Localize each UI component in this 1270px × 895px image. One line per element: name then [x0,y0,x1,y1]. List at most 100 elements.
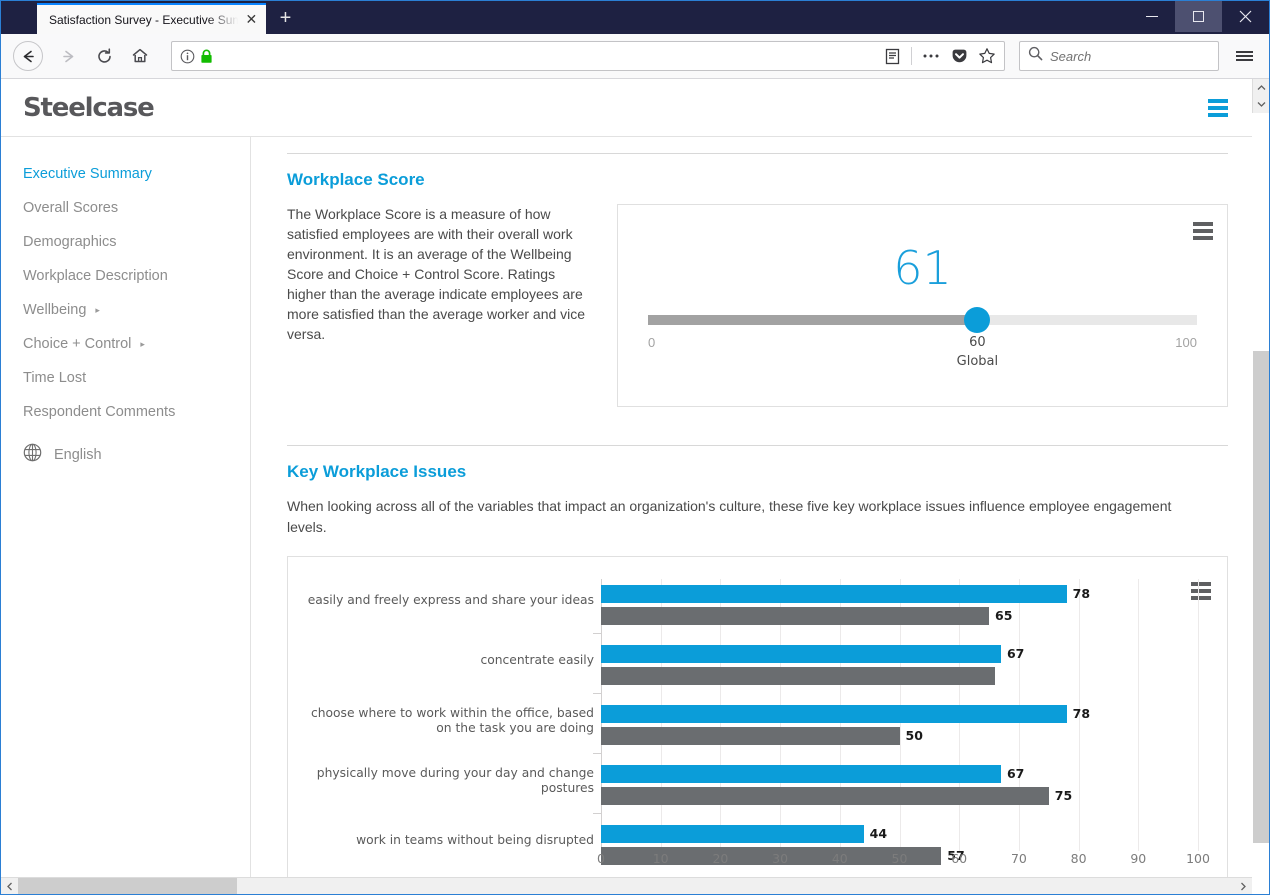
scroll-left-button[interactable] [1,882,18,891]
bar-acme[interactable] [601,645,1001,663]
sidebar-item-workplace-description[interactable]: Workplace Description [1,259,250,293]
sidebar-item-overall-scores[interactable]: Overall Scores [1,191,250,225]
sidebar-item-label: Respondent Comments [23,404,176,420]
bar-chart: easily and freely express and share your… [288,579,1218,877]
browser-titlebar: Satisfaction Survey - Executive Sum ✕ + [1,1,1269,34]
horizontal-scrollbar[interactable] [1,877,1252,894]
close-icon[interactable]: ✕ [242,11,260,29]
lock-icon[interactable] [200,49,213,64]
x-axis-tick-label: 0 [597,851,605,866]
workplace-score-value: 61 [893,241,952,295]
globe-icon [23,443,42,466]
bar-acme[interactable] [601,705,1067,723]
maximize-button[interactable] [1175,1,1222,32]
gauge-marker-value: 60 [969,335,986,350]
browser-menu-icon[interactable] [1227,39,1261,73]
sidebar-item-time-lost[interactable]: Time Lost [1,361,250,395]
reader-view-icon[interactable] [879,43,905,69]
gauge-axis-max: 100 [1175,335,1197,350]
close-window-button[interactable] [1222,1,1269,32]
bar-value-label: 75 [1054,788,1073,803]
minimize-button[interactable] [1128,1,1175,32]
vertical-scroll-thumb[interactable] [1253,351,1269,843]
sidebar-item-label: Executive Summary [23,166,152,182]
forward-button[interactable] [51,39,85,73]
key-issues-section: Key Workplace Issues When looking across… [287,407,1228,877]
x-axis-tick-label: 100 [1186,851,1210,866]
tab-title: Satisfaction Survey - Executive Sum [49,12,243,27]
sidebar-item-respondent-comments[interactable]: Respondent Comments [1,395,250,429]
x-axis-tick-label: 30 [772,851,789,866]
web-page: Steelcase Executive Summary Overall Scor… [1,79,1252,877]
bar-acme[interactable] [601,825,864,843]
x-axis-tick-label: 20 [712,851,729,866]
page-column: Steelcase Executive Summary Overall Scor… [1,79,1252,894]
axis-tick [593,693,602,694]
chart-context-menu-icon[interactable] [1193,222,1213,240]
workplace-score-fill [648,315,978,325]
bar-global[interactable] [601,727,900,745]
workplace-score-description: The Workplace Score is a measure of how … [287,206,586,342]
bookmark-star-icon[interactable] [974,43,1000,69]
sidebar-item-label: Demographics [23,234,117,250]
workplace-score-knob[interactable] [964,307,991,333]
bar-value-label: 44 [869,826,888,841]
site-menu-icon[interactable] [1202,93,1234,123]
key-issues-title: Key Workplace Issues [287,462,467,481]
bar-acme[interactable] [601,585,1067,603]
category-label: choose where to work within the office, … [310,706,594,735]
horizontal-scroll-thumb[interactable] [18,878,237,894]
horizontal-scroll-track[interactable] [18,878,1235,894]
axis-tick [593,813,602,814]
new-tab-button[interactable]: + [266,3,304,34]
bar-global[interactable] [601,607,990,625]
divider [911,47,912,65]
scroll-right-button[interactable] [1235,882,1252,891]
address-bar[interactable] [171,41,1005,71]
gridline [1138,579,1140,851]
sidebar-item-choice-control[interactable]: Choice + Control ▸ [1,327,250,361]
browser-window: Satisfaction Survey - Executive Sum ✕ + [0,0,1270,895]
scroll-up-button[interactable] [1253,79,1269,96]
sidebar-item-executive-summary[interactable]: Executive Summary [1,157,250,191]
sidebar-item-demographics[interactable]: Demographics [1,225,250,259]
search-icon [1028,46,1043,66]
gauge-marker-label: Global [956,354,999,369]
gridline [1198,579,1199,851]
search-input[interactable]: Search [1019,41,1219,71]
axis-tick [593,753,602,754]
pocket-icon[interactable] [946,43,972,69]
back-button[interactable] [13,41,43,71]
category-label: work in teams without being disrupted [356,833,594,847]
gauge-marker: 60 Global [957,335,998,369]
home-button[interactable] [123,39,157,73]
sidebar-item-label: Overall Scores [23,200,119,216]
x-axis-tick-label: 90 [1130,851,1147,866]
page-actions-icon[interactable] [918,43,944,69]
workplace-score-section: Workplace Score The Workplace Score is a… [287,137,1228,407]
page-info-icon[interactable] [180,49,195,64]
x-axis-tick-label: 10 [652,851,669,866]
language-selector[interactable]: English [1,429,250,475]
chevron-right-icon: ▸ [95,304,100,315]
bar-acme[interactable] [601,765,1001,783]
language-label: English [54,446,102,463]
workplace-score-title: Workplace Score [287,170,425,189]
section-divider [287,153,1228,154]
page-viewport: Steelcase Executive Summary Overall Scor… [1,79,1269,894]
bar-global[interactable] [601,667,996,685]
search-placeholder: Search [1050,48,1092,64]
x-axis-tick-label: 50 [891,851,908,866]
vertical-scrollbar[interactable] [1252,79,1269,843]
tab-satisfaction-survey[interactable]: Satisfaction Survey - Executive Sum ✕ [37,3,267,34]
key-issues-description: When looking across all of the variables… [287,498,1172,535]
scroll-down-button[interactable] [1253,96,1269,113]
gauge-axis-min: 0 [648,335,656,350]
site-header: Steelcase [1,79,1252,137]
reload-button[interactable] [87,39,121,73]
window-controls [1128,1,1269,32]
sidebar-item-label: Choice + Control [23,336,132,352]
bar-global[interactable] [601,787,1049,805]
chart-x-axis: 0 10 20 30 40 50 60 70 80 90 100 [597,851,1210,871]
sidebar-item-wellbeing[interactable]: Wellbeing ▸ [1,293,250,327]
